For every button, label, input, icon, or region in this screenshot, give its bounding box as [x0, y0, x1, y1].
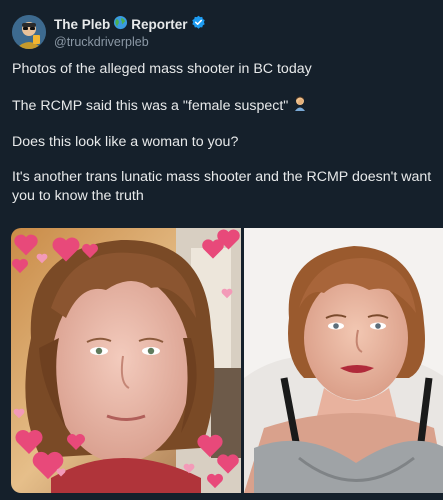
media-photo-right[interactable]	[244, 228, 443, 493]
author-info: The Pleb Reporter @truckdriverpleb	[54, 15, 206, 50]
author-display-name-part2[interactable]: Reporter	[131, 17, 187, 33]
tweet-line-1: Photos of the alleged mass shooter in BC…	[12, 61, 312, 77]
tweet-text: Photos of the alleged mass shooter in BC…	[12, 60, 443, 222]
globe-icon	[113, 15, 128, 35]
tweet-line-2-row: The RCMP said this was a "female suspect…	[12, 95, 443, 117]
author-display-name-part1[interactable]: The Pleb	[54, 17, 110, 33]
author-avatar[interactable]	[12, 15, 46, 49]
tweet-line-3: Does this look like a woman to you?	[12, 134, 239, 150]
verified-badge-icon	[191, 15, 206, 35]
person-facepalming-icon	[292, 95, 308, 117]
tweet-media[interactable]	[11, 228, 443, 493]
tweet-line-4: It's another trans lunatic mass shooter …	[12, 169, 432, 204]
tweet-card: The Pleb Reporter @truckdriverpleb Photo…	[0, 0, 443, 500]
media-photo-left[interactable]	[11, 228, 241, 493]
tweet-line-2: The RCMP said this was a "female suspect…	[12, 97, 289, 114]
author-name-row[interactable]: The Pleb Reporter	[54, 15, 206, 35]
author-handle[interactable]: @truckdriverpleb	[54, 35, 206, 49]
tweet-header: The Pleb Reporter @truckdriverpleb	[12, 12, 206, 52]
